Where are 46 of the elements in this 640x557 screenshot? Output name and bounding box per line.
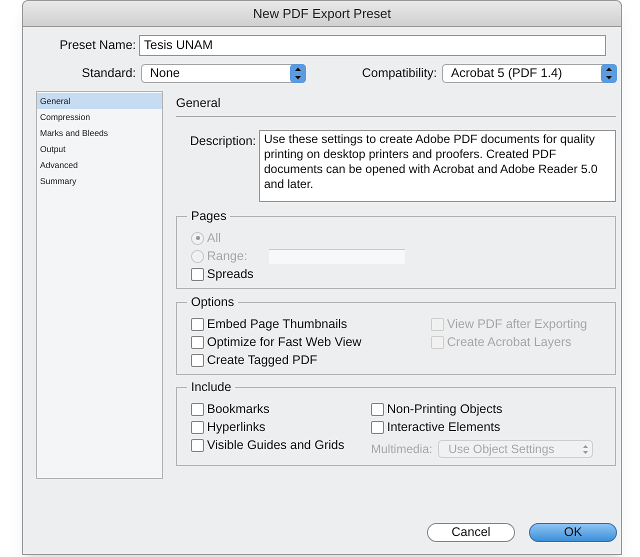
checkbox[interactable] bbox=[191, 402, 204, 416]
checkbox[interactable] bbox=[191, 354, 204, 366]
sidebar-item[interactable]: Compression bbox=[37, 109, 162, 125]
checkbox[interactable] bbox=[191, 336, 204, 348]
checkbox-label: Spreads bbox=[207, 266, 254, 283]
field-label: Compatibility: bbox=[362, 64, 437, 82]
checkbox[interactable] bbox=[371, 402, 384, 416]
checkbox[interactable] bbox=[191, 318, 204, 330]
field-label: Preset Name: bbox=[58, 36, 136, 54]
checkbox[interactable] bbox=[191, 268, 204, 280]
compatibility-dropdown[interactable]: Acrobat 5 (PDF 1.4) bbox=[442, 64, 617, 82]
checkbox-label: Bookmarks bbox=[207, 400, 270, 418]
field-label: Description: bbox=[189, 133, 256, 150]
sidebar-item[interactable]: Marks and Bleeds bbox=[37, 125, 162, 141]
preset-name-field[interactable]: Tesis UNAM bbox=[139, 34, 606, 56]
checkbox-label: Visible Guides and Grids bbox=[207, 436, 344, 454]
field-label: Multimedia: bbox=[371, 441, 432, 458]
checkbox-label: Optimize for Fast Web View bbox=[207, 334, 362, 351]
cancel-button[interactable]: Cancel bbox=[427, 523, 515, 542]
section-heading: General bbox=[176, 96, 220, 110]
ok-button[interactable]: OK bbox=[529, 523, 617, 542]
field-label: Standard: bbox=[80, 64, 136, 82]
checkbox-label: Hyperlinks bbox=[207, 418, 266, 436]
stepper-icon bbox=[290, 64, 306, 82]
checkbox[interactable] bbox=[191, 420, 204, 434]
stepper-icon bbox=[601, 64, 617, 82]
checkbox[interactable] bbox=[371, 420, 384, 434]
checkbox[interactable] bbox=[191, 438, 204, 452]
sidebar-item[interactable]: Advanced bbox=[37, 157, 162, 173]
description-box: Use these settings to create Adobe PDF documents for quality printing on desktop printers and proofers. Created PDF documents can be opened with Acrobat and Adobe Reader 5.0 and later. bbox=[259, 130, 616, 202]
sidebar-item[interactable]: General bbox=[37, 93, 162, 109]
checkbox-label: Non-Printing Objects bbox=[387, 400, 502, 418]
sidebar-item[interactable]: Summary bbox=[37, 173, 162, 189]
sidebar-item[interactable]: Output bbox=[37, 141, 162, 157]
checkbox-label: Create Tagged PDF bbox=[207, 352, 318, 369]
standard-dropdown[interactable]: None bbox=[141, 64, 306, 82]
group-title: Options bbox=[187, 294, 238, 310]
checkbox-label: Interactive Elements bbox=[387, 418, 500, 436]
checkbox-label: Embed Page Thumbnails bbox=[207, 316, 348, 333]
stepper-icon bbox=[582, 444, 590, 454]
window-title: New PDF Export Preset bbox=[253, 4, 391, 23]
radio-label: All bbox=[207, 230, 222, 247]
checkbox-label: View PDF after Exporting bbox=[447, 316, 588, 333]
radio-label: Range: bbox=[207, 248, 248, 265]
checkbox-label: Create Acrobat Layers bbox=[447, 334, 572, 351]
group-title: Pages bbox=[187, 208, 230, 224]
